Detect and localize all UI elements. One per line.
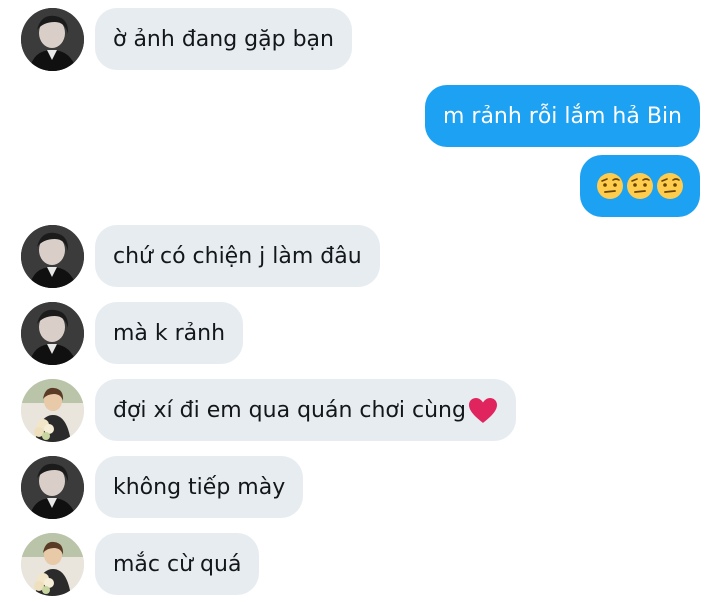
avatar[interactable] — [21, 225, 84, 288]
message-text: không tiếp mày — [113, 474, 286, 500]
raised-eyebrow-emoji-icon — [627, 173, 653, 199]
message-text: mà k rảnh — [113, 320, 226, 346]
avatar[interactable] — [21, 8, 84, 71]
emoji-group — [596, 172, 684, 200]
message-bubble[interactable]: mắc cừ quá — [95, 533, 260, 595]
avatar-boy-icon — [21, 302, 84, 365]
raised-eyebrow-emoji-icon — [597, 173, 623, 199]
avatar[interactable] — [21, 379, 84, 442]
message-text: ờ ảnh đang gặp bạn — [113, 26, 334, 52]
message-bubble[interactable]: ờ ảnh đang gặp bạn — [95, 8, 352, 70]
avatar-boy-icon — [21, 8, 84, 71]
avatar-girl-icon — [21, 379, 84, 442]
message-text: đợi xí đi em qua quán chơi cùng — [113, 397, 466, 423]
avatar-girl-icon — [21, 533, 84, 596]
message-bubble[interactable]: không tiếp mày — [95, 456, 304, 518]
message-text: chứ có chiện j làm đâu — [113, 243, 362, 269]
message-text: m rảnh rỗi lắm hả Bin — [442, 103, 682, 129]
message-bubble[interactable]: mà k rảnh — [95, 302, 244, 364]
message-bubble[interactable]: chứ có chiện j làm đâu — [95, 225, 380, 287]
avatar[interactable] — [21, 533, 84, 596]
message-bubble[interactable]: đợi xí đi em qua quán chơi cùng — [95, 379, 516, 441]
avatar[interactable] — [21, 456, 84, 519]
avatar-boy-icon — [21, 225, 84, 288]
raised-eyebrow-emoji-icon — [657, 173, 683, 199]
avatar-boy-icon — [21, 456, 84, 519]
avatar[interactable] — [21, 302, 84, 365]
message-bubble[interactable] — [580, 155, 700, 217]
message-bubble[interactable]: m rảnh rỗi lắm hả Bin — [424, 85, 700, 147]
message-text: mắc cừ quá — [113, 551, 242, 577]
heart-emoji-icon — [468, 397, 497, 423]
